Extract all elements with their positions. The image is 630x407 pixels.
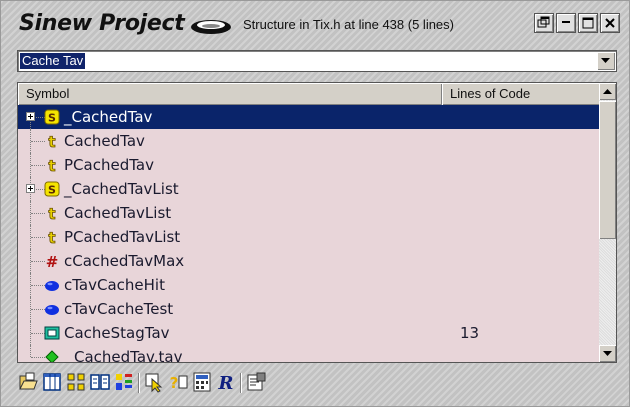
title-bar: Sinew Project Structure in Tix.h at line… bbox=[1, 1, 630, 45]
table-row[interactable]: t PCachedTav bbox=[18, 153, 600, 177]
typedef-icon: t bbox=[44, 229, 60, 248]
pointer-icon[interactable] bbox=[143, 371, 165, 393]
svg-text:t: t bbox=[48, 229, 55, 245]
define-icon: # bbox=[44, 253, 60, 271]
table-row[interactable]: # cCachedTavMax bbox=[18, 249, 600, 273]
refresh-icon[interactable]: R bbox=[215, 371, 237, 394]
app-title: Sinew Project bbox=[19, 11, 185, 36]
list-rows: S _CachedTavt CachedTav t PCachedTav S _Cached… bbox=[18, 105, 600, 362]
chevron-down-icon bbox=[601, 58, 610, 63]
restore-button[interactable] bbox=[534, 13, 554, 33]
symbol-name: CachedTav bbox=[64, 132, 145, 150]
tree-connector-line bbox=[31, 261, 45, 262]
tree-connector-line bbox=[31, 213, 45, 214]
search-input[interactable]: Cache Tav bbox=[20, 53, 86, 69]
restore-icon bbox=[537, 16, 550, 28]
struct-icon: S bbox=[44, 181, 60, 197]
tree-connector-line bbox=[31, 285, 45, 286]
svg-text:R: R bbox=[218, 373, 234, 393]
svg-text:t: t bbox=[48, 133, 55, 149]
svg-text:t: t bbox=[48, 157, 55, 173]
chevron-up-icon bbox=[603, 89, 612, 94]
close-icon bbox=[605, 18, 615, 28]
svg-text:S: S bbox=[48, 112, 56, 125]
list-header: Symbol Lines of Code bbox=[18, 83, 600, 105]
symbol-name: PCachedTavList bbox=[64, 228, 181, 246]
function-icon bbox=[44, 325, 60, 341]
symbol-name: CachedTavList bbox=[64, 204, 172, 222]
maximize-icon bbox=[582, 17, 594, 29]
properties-icon[interactable] bbox=[245, 371, 267, 393]
symbol-name: _CachedTav bbox=[64, 108, 153, 126]
symbol-name: cTavCacheTest bbox=[64, 300, 174, 318]
columns-icon[interactable] bbox=[41, 371, 63, 393]
help-icon[interactable]: ? bbox=[167, 371, 189, 393]
calculator-icon[interactable] bbox=[191, 371, 213, 393]
table-row[interactable]: t PCachedTavList bbox=[18, 225, 600, 249]
svg-text:S: S bbox=[48, 184, 56, 197]
logo-icon bbox=[191, 20, 231, 34]
svg-text:?: ? bbox=[170, 374, 179, 392]
open-file-icon[interactable] bbox=[17, 371, 39, 393]
svg-text:t: t bbox=[48, 205, 55, 221]
maximize-button[interactable] bbox=[578, 13, 598, 33]
member-icon bbox=[44, 349, 60, 362]
symbol-name: PCachedTav bbox=[64, 156, 154, 174]
scroll-up-button[interactable] bbox=[599, 83, 616, 100]
tree-connector-line bbox=[30, 345, 31, 357]
close-button[interactable] bbox=[600, 13, 620, 33]
grid-icon[interactable] bbox=[65, 371, 87, 393]
minimize-button[interactable] bbox=[556, 13, 576, 33]
table-row[interactable]: cTavCacheHit bbox=[18, 273, 600, 297]
scroll-thumb[interactable] bbox=[599, 101, 616, 239]
tree-connector-line bbox=[31, 165, 45, 166]
scroll-down-button[interactable] bbox=[599, 345, 616, 362]
tree-connector-line bbox=[31, 237, 45, 238]
table-row[interactable]: cTavCacheTest bbox=[18, 297, 600, 321]
tree-connector-line bbox=[31, 309, 45, 310]
vertical-scrollbar[interactable] bbox=[599, 83, 616, 362]
app-window: Sinew Project Structure in Tix.h at line… bbox=[0, 0, 630, 407]
table-row[interactable]: CacheStagTav 13 bbox=[18, 321, 600, 345]
symbol-name: cTavCacheHit bbox=[64, 276, 165, 294]
svg-text:#: # bbox=[46, 253, 59, 269]
tree-connector-line bbox=[31, 333, 45, 334]
tree-connector-line bbox=[31, 141, 45, 142]
typedef-icon: t bbox=[44, 157, 60, 176]
symbol-list[interactable]: Symbol Lines of Code S _CachedTavt CachedT… bbox=[17, 82, 617, 363]
enum-member-icon bbox=[44, 277, 60, 293]
search-combobox[interactable]: Cache Tav bbox=[17, 50, 617, 72]
lines-of-code-value: 13 bbox=[460, 324, 480, 342]
table-row[interactable]: t CachedTavList bbox=[18, 201, 600, 225]
struct-icon: S bbox=[44, 109, 60, 125]
column-header-symbol[interactable]: Symbol bbox=[18, 83, 442, 105]
minimize-icon bbox=[562, 21, 570, 23]
book-icon[interactable] bbox=[89, 371, 111, 393]
toolbar-separator bbox=[138, 373, 140, 393]
typedef-icon: t bbox=[44, 205, 60, 224]
tree-connector-line bbox=[31, 357, 45, 358]
table-row[interactable]: CachedTav.tav bbox=[18, 345, 600, 362]
enum-member-icon bbox=[44, 301, 60, 317]
symbol-name: CachedTav.tav bbox=[74, 348, 183, 362]
table-row[interactable]: t CachedTav bbox=[18, 129, 600, 153]
table-row[interactable]: S _CachedTavList bbox=[18, 177, 600, 201]
expand-icon[interactable] bbox=[26, 112, 35, 121]
symbol-name: CacheStagTav bbox=[64, 324, 170, 342]
typedef-icon: t bbox=[44, 133, 60, 152]
symbol-name: cCachedTavMax bbox=[64, 252, 185, 270]
expand-icon[interactable] bbox=[26, 184, 35, 193]
chevron-down-icon bbox=[603, 351, 612, 356]
color-icon[interactable] bbox=[113, 371, 135, 393]
toolbar-separator bbox=[240, 373, 242, 393]
search-dropdown-button[interactable] bbox=[597, 52, 615, 70]
symbol-name: _CachedTavList bbox=[64, 180, 179, 198]
table-row-selected[interactable]: S _CachedTav bbox=[18, 105, 600, 129]
window-status-text: Structure in Tix.h at line 438 (5 lines) bbox=[243, 17, 454, 32]
bottom-toolbar: ? R bbox=[17, 369, 617, 397]
column-header-lines-of-code[interactable]: Lines of Code bbox=[442, 83, 600, 105]
